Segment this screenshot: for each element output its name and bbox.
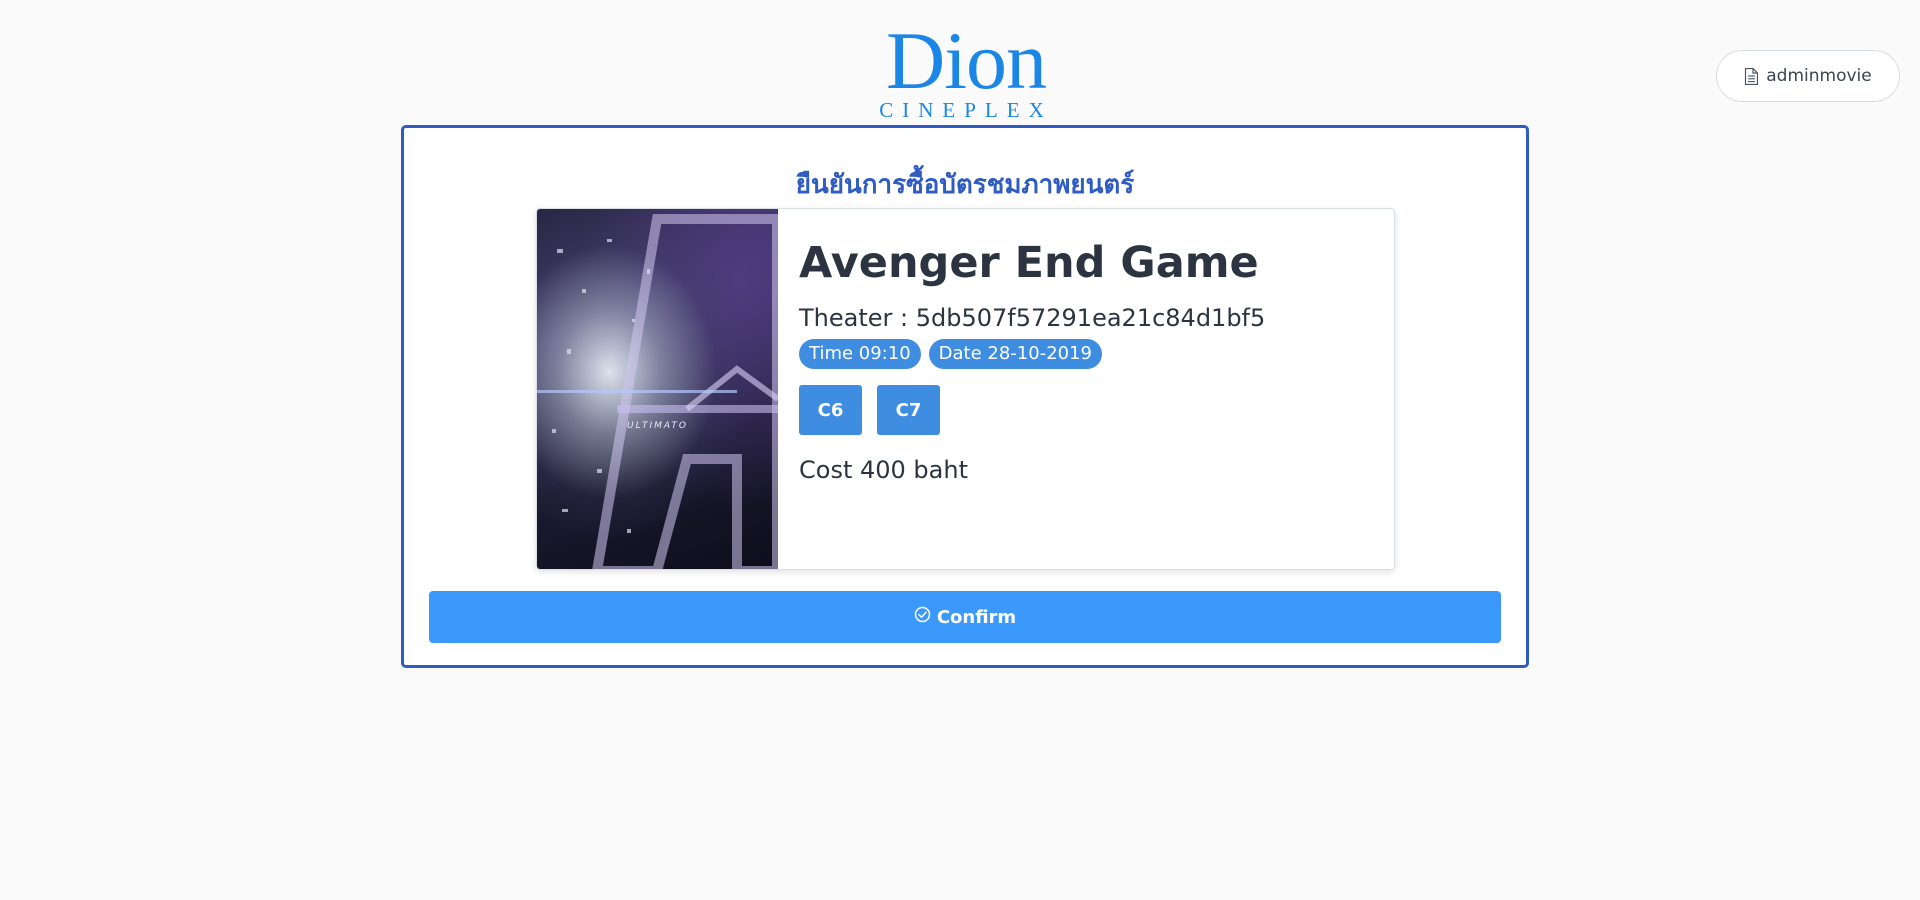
- movie-title: Avenger End Game: [799, 238, 1259, 288]
- seat-button[interactable]: C6: [799, 385, 862, 435]
- confirm-purchase-panel: ยืนยันการซื้อบัตรชมภาพยนตร์ ULTIMATO Ave…: [401, 125, 1529, 668]
- logo-brand-text: Dion: [886, 15, 1047, 106]
- movie-poster: ULTIMATO: [537, 209, 778, 569]
- date-badge: Date 28-10-2019: [928, 339, 1103, 369]
- seat-button[interactable]: C7: [877, 385, 940, 435]
- showtime-badges: Time 09:10 Date 28-10-2019: [799, 339, 1379, 369]
- time-badge: Time 09:10: [799, 339, 921, 369]
- user-account-button[interactable]: adminmovie: [1716, 50, 1900, 102]
- poster-caption: ULTIMATO: [627, 421, 688, 431]
- confirm-label: Confirm: [936, 606, 1017, 628]
- theater-id: Theater : 5db507f57291ea21c84d1bf5: [799, 304, 1266, 332]
- ticket-cost: Cost 400 baht: [799, 456, 968, 484]
- ticket-info: Avenger End Game Theater : 5db507f57291e…: [799, 237, 1379, 485]
- check-circle-icon: [914, 606, 931, 628]
- document-icon: [1744, 67, 1759, 85]
- user-name-label: adminmovie: [1766, 66, 1872, 86]
- dion-cineplex-logo[interactable]: Dion CINEPLEX: [876, 15, 1056, 123]
- confirm-button[interactable]: Confirm: [429, 591, 1501, 643]
- selected-seats: C6 C7: [799, 385, 1379, 435]
- avengers-logo-graphic: [537, 214, 778, 569]
- page-title: ยืนยันการซื้อบัตรชมภาพยนตร์: [795, 170, 1135, 200]
- ticket-card: ULTIMATO Avenger End Game Theater : 5db5…: [536, 208, 1395, 570]
- logo-sub-text: CINEPLEX: [879, 98, 1053, 122]
